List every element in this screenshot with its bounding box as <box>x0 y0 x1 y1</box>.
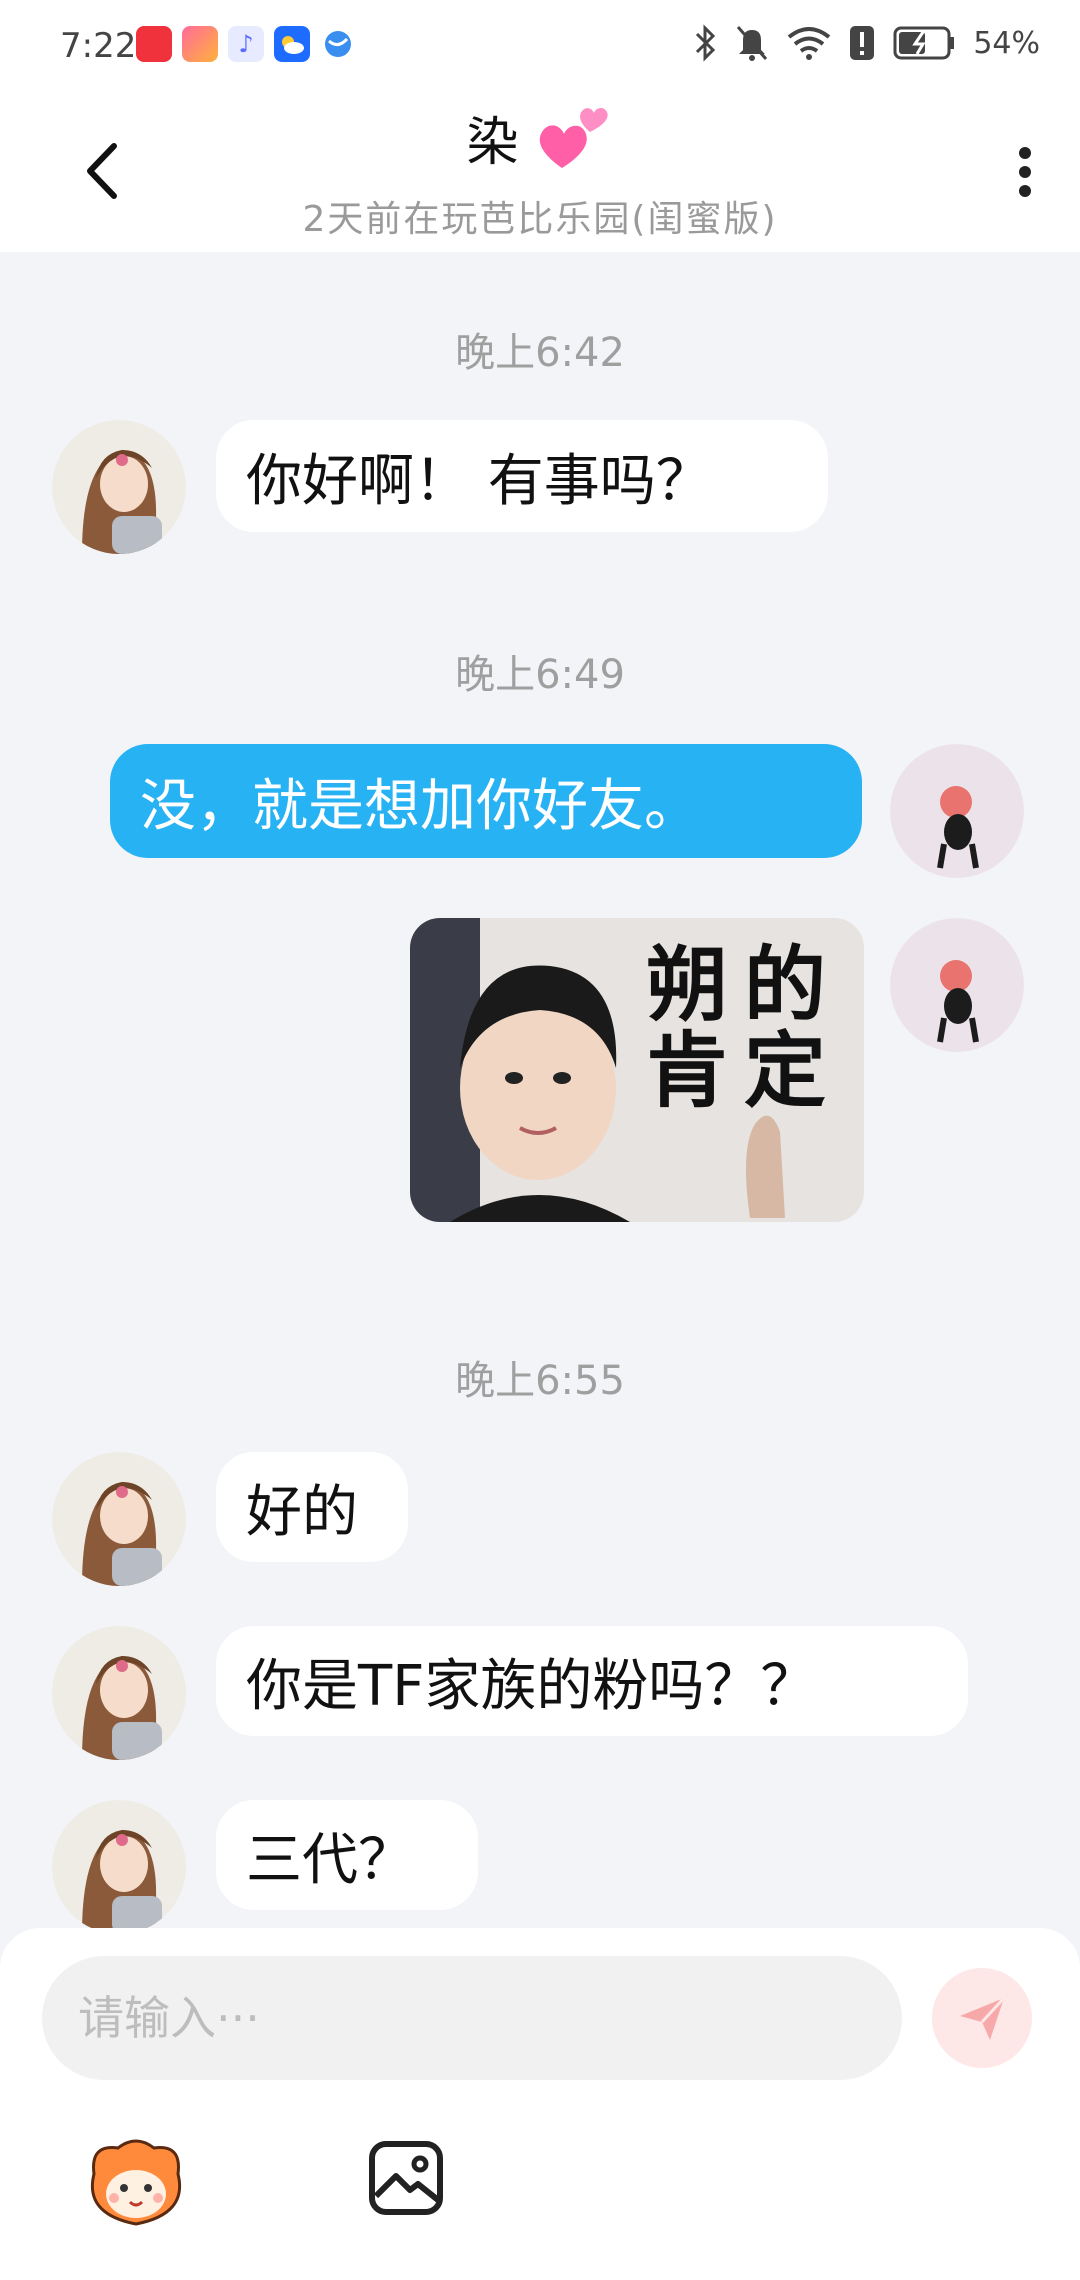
chat-header: 染 2天前在玩芭比乐园(闺蜜版) <box>0 90 1080 252</box>
music-icon: ♪ <box>228 26 264 62</box>
sticker-image[interactable]: 朔的 肯定 <box>410 918 864 1222</box>
app-notif-icon <box>136 26 172 62</box>
status-bar: 7:22 ♪ 54% <box>0 0 1080 90</box>
battery-percent: 54% <box>973 25 1040 61</box>
more-options-button[interactable] <box>1010 140 1040 210</box>
title-row: 染 <box>0 100 1080 175</box>
chat-subtitle: 2天前在玩芭比乐园(闺蜜版) <box>302 199 778 240</box>
message-bubble[interactable]: 好的 <box>216 1452 408 1562</box>
contact-avatar[interactable] <box>52 420 186 554</box>
message-bubble[interactable]: 你好啊！ 有事吗？ <box>216 420 828 532</box>
message-bubble[interactable]: 你是TF家族的粉吗？？ <box>216 1626 968 1736</box>
contact-avatar[interactable] <box>52 1626 186 1760</box>
gift-icon <box>182 26 218 62</box>
alert-icon <box>850 26 875 60</box>
bluetooth-icon <box>696 24 716 62</box>
message-timestamp: 晚上6:49 <box>455 652 625 698</box>
wifi-icon <box>788 27 831 60</box>
notification-icons: ♪ <box>136 26 356 62</box>
send-button[interactable] <box>932 1968 1032 2068</box>
image-icon <box>369 2141 443 2215</box>
mute-icon <box>737 26 768 61</box>
user-avatar[interactable] <box>890 918 1024 1052</box>
contact-avatar[interactable] <box>52 1800 186 1934</box>
message-bubble[interactable]: 三代？ <box>216 1800 478 1910</box>
mascot-emoji-icon <box>90 2139 182 2226</box>
contact-avatar[interactable] <box>52 1452 186 1586</box>
chat-title: 染 <box>466 113 519 173</box>
more-dot-icon <box>1019 166 1031 178</box>
user-avatar[interactable] <box>890 744 1024 878</box>
sticker-caption: 肯定 <box>645 1024 842 1119</box>
message-timestamp: 晚上6:42 <box>455 330 625 376</box>
status-time: 7:22 <box>60 26 137 66</box>
weather-icon <box>274 26 310 62</box>
battery-icon <box>893 26 955 60</box>
image-picker-button[interactable] <box>366 2138 446 2218</box>
message-input[interactable] <box>42 1956 902 2080</box>
message-bubble[interactable]: 没，就是想加你好友。 <box>110 744 862 858</box>
browser-icon <box>320 26 356 62</box>
two-hearts-icon <box>539 107 608 168</box>
system-icons: 54% <box>693 24 1040 62</box>
message-list[interactable]: 晚上6:42 你好啊！ 有事吗？ 晚上6:49 没，就是想加你好友。 朔的 肯定… <box>0 252 1080 1934</box>
message-timestamp: 晚上6:55 <box>455 1358 625 1404</box>
emoji-sticker-button[interactable] <box>84 2134 188 2230</box>
input-bar <box>0 1928 1080 2280</box>
more-dot-icon <box>1019 147 1031 159</box>
send-icon <box>960 1996 1006 2040</box>
more-dot-icon <box>1019 185 1031 197</box>
